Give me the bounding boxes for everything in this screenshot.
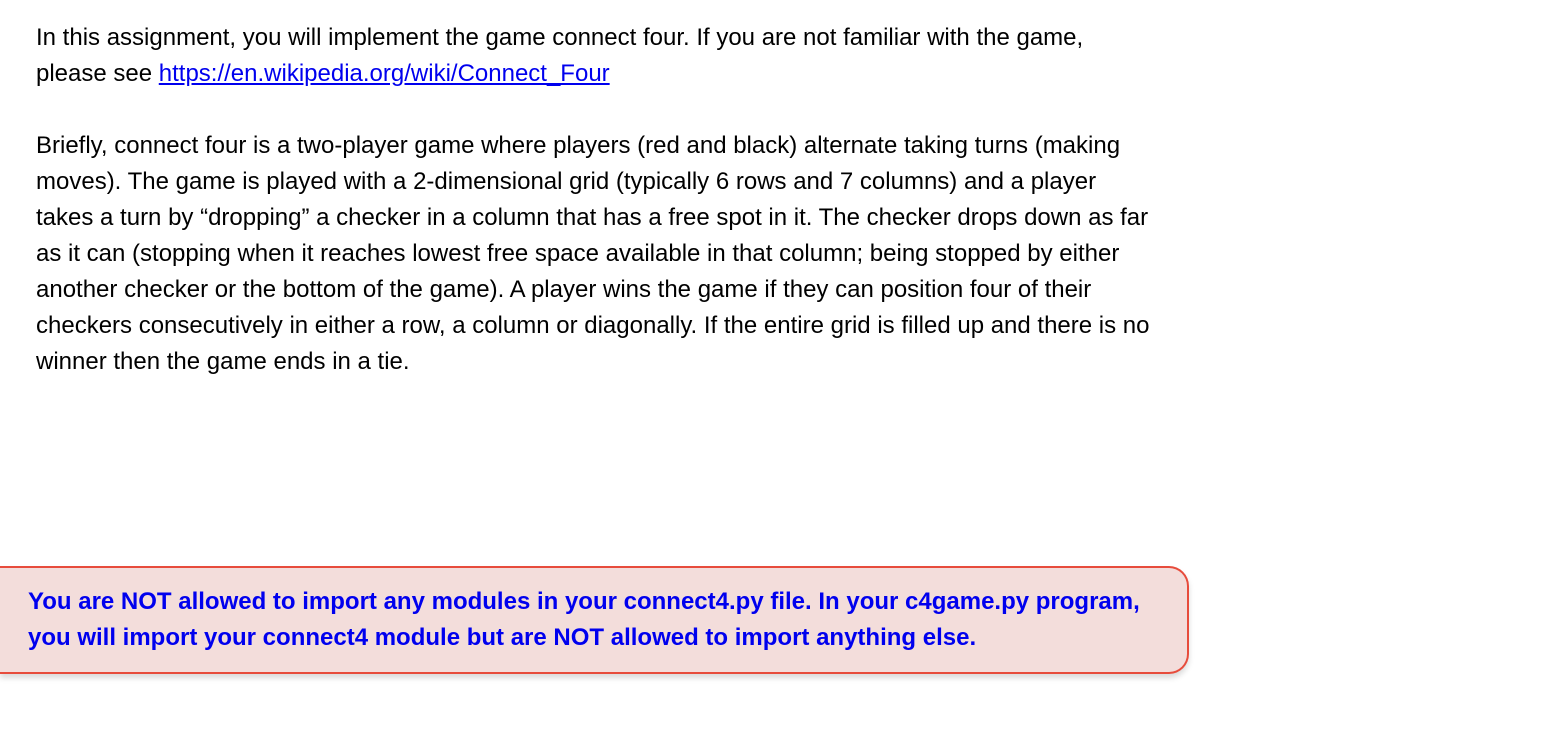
intro-paragraph: In this assignment, you will implement t… bbox=[36, 20, 1156, 92]
description-paragraph: Briefly, connect four is a two-player ga… bbox=[36, 128, 1156, 380]
warning-callout: You are NOT allowed to import any module… bbox=[0, 566, 1189, 674]
wikipedia-link[interactable]: https://en.wikipedia.org/wiki/Connect_Fo… bbox=[159, 60, 610, 87]
warning-text: You are NOT allowed to import any module… bbox=[28, 588, 1140, 651]
